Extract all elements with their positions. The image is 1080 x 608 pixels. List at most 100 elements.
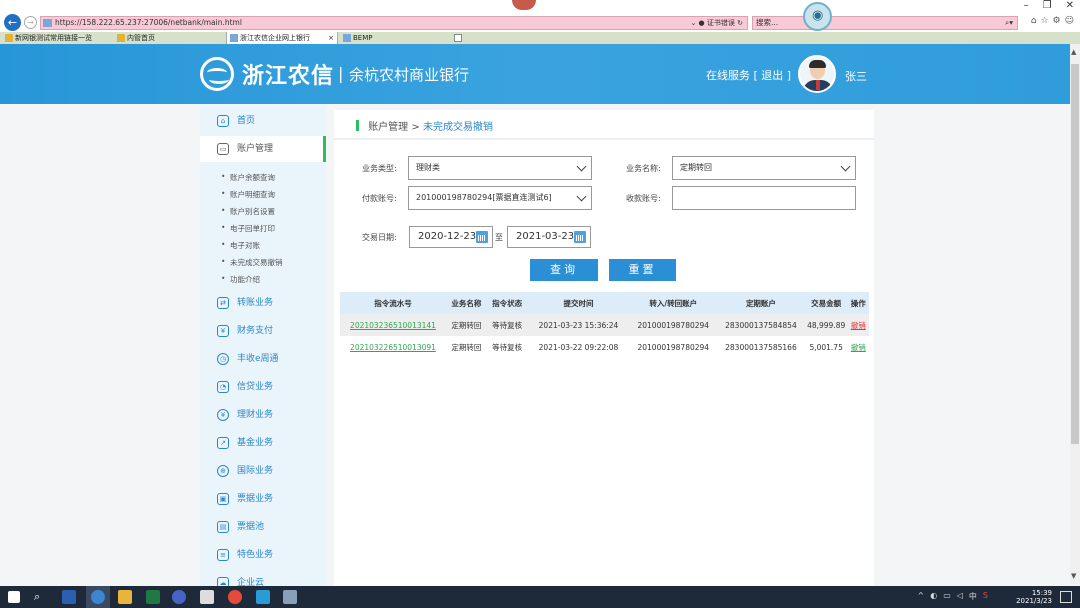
table-row[interactable]: 20210323651001314​1 定期转回 等待复核 2021-03-23… xyxy=(340,314,869,336)
scrollbar-thumb[interactable] xyxy=(1071,64,1079,444)
sidebar-item-bill[interactable]: ▣ 票据业务 xyxy=(200,486,326,512)
favorites-star-icon[interactable]: ☆ xyxy=(1040,16,1048,26)
pay-account-label: 付款账号: xyxy=(362,194,397,203)
tab-close-icon[interactable]: × xyxy=(328,32,334,44)
biz-type-select[interactable]: 理财类 xyxy=(408,156,592,180)
table-row[interactable]: 202103226510013091 定期转回 等待复核 2021-03-22 … xyxy=(340,336,869,358)
online-service-link[interactable]: 在线服务 xyxy=(706,69,750,82)
tab-bemp[interactable]: BEMP xyxy=(340,32,450,44)
submenu-receipt-print[interactable]: 电子回单打印 xyxy=(221,223,275,234)
sidebar-item-special[interactable]: ≡ 特色业务 xyxy=(200,542,326,568)
tab-links[interactable]: 新网银测试常用链接一览 xyxy=(2,32,112,44)
calendar-icon[interactable] xyxy=(476,231,488,243)
page-scrollbar[interactable]: ▲ ▼ xyxy=(1070,44,1080,584)
calendar-icon[interactable] xyxy=(574,231,586,243)
pool-icon: ▤ xyxy=(217,521,229,533)
search-input[interactable]: 搜索... ⌕▾ xyxy=(752,16,1018,30)
sidebar-item-loan[interactable]: ◔ 信贷业务 xyxy=(200,374,326,400)
eye-extension-icon[interactable] xyxy=(803,2,832,31)
home-icon[interactable]: ⌂ xyxy=(1031,16,1037,26)
date-from-input[interactable]: 2020-12-23 xyxy=(409,226,493,248)
cell: 定期转回 xyxy=(446,314,487,336)
logout-link[interactable]: [ 退出 ] xyxy=(754,69,792,82)
pay-account-select[interactable]: 201000198780294[票据直连测试6] xyxy=(408,186,592,210)
sidebar-item-cloud[interactable]: ☁ 企业云 xyxy=(200,570,326,586)
new-tab-button[interactable] xyxy=(452,32,464,44)
windows-start-icon[interactable] xyxy=(8,591,20,603)
address-bar[interactable]: https://158.222.65.237:27006/netbank/mai… xyxy=(40,16,748,30)
serial-link[interactable]: 20210323651001314​1 xyxy=(340,314,446,336)
breadcrumb: 账户管理 > 未完成交易撤销 xyxy=(356,118,493,133)
sidebar-item-payment[interactable]: ¥ 财务支付 xyxy=(200,318,326,344)
submenu-balance-query[interactable]: 账户余额查询 xyxy=(221,172,275,183)
notification-icon[interactable] xyxy=(1060,591,1072,603)
sidebar-item-label: 丰收e周通 xyxy=(237,354,279,364)
date-to-input[interactable]: 2021-03-23 xyxy=(507,226,591,248)
cell: 2021-03-22 09:22:08 xyxy=(538,342,619,352)
input-method-icon[interactable]: 中 xyxy=(969,591,977,602)
calculator-icon[interactable] xyxy=(200,590,214,604)
col-header: 操作 xyxy=(847,292,869,314)
tab-label: 浙江农信企业网上银行 xyxy=(240,34,310,42)
sidebar-item-account-management[interactable]: ▭ 账户管理 xyxy=(200,136,326,162)
search-icon[interactable]: ⌕▾ xyxy=(1005,17,1013,29)
sidebar-item-transfer[interactable]: ⇄ 转账业务 xyxy=(200,290,326,316)
avatar[interactable] xyxy=(798,55,836,93)
close-icon[interactable]: ✕ xyxy=(1066,0,1074,11)
antivirus-icon[interactable]: S xyxy=(983,591,988,602)
scroll-up-icon[interactable]: ▲ xyxy=(1071,48,1076,56)
pay-account-value: 201000198780294[票据直连测试6] xyxy=(416,193,552,202)
biz-name-select[interactable]: 定期转回 xyxy=(672,156,856,180)
sidebar-item-fund[interactable]: ↗ 基金业务 xyxy=(200,430,326,456)
bill-icon: ▣ xyxy=(217,493,229,505)
network-icon[interactable]: ◐ xyxy=(930,591,937,602)
tab-netbank[interactable]: 浙江农信企业网上银行 × xyxy=(226,32,338,44)
sidebar-item-home[interactable]: ⌂ 首页 xyxy=(200,108,326,134)
globe-icon: ⊕ xyxy=(217,465,229,477)
app-icon-grey[interactable] xyxy=(283,590,297,604)
reset-button[interactable]: 重置 xyxy=(609,259,676,281)
chrome-browser-icon[interactable] xyxy=(228,590,242,604)
tab-favicon-icon xyxy=(343,34,351,42)
breadcrumb-parent[interactable]: 账户管理 xyxy=(368,122,408,133)
display-icon[interactable]: ▭ xyxy=(943,591,951,602)
submenu-alias-setting[interactable]: 账户别名设置 xyxy=(221,206,275,217)
cert-error-indicator[interactable]: ⌄ ● 证书错误 ↻ xyxy=(690,17,743,29)
settings-gear-icon[interactable]: ⚙ xyxy=(1053,16,1061,26)
forward-arrow-icon[interactable]: → xyxy=(24,16,37,29)
sidebar-item-international[interactable]: ⊕ 国际业务 xyxy=(200,458,326,484)
sidebar-item-label: 票据池 xyxy=(237,522,265,532)
query-button[interactable]: 查询 xyxy=(530,259,598,281)
ie-browser-icon[interactable] xyxy=(91,590,105,604)
tab-admin-home[interactable]: 内管首页 xyxy=(114,32,224,44)
minimize-icon[interactable]: – xyxy=(1024,0,1029,11)
app-icon-teal[interactable] xyxy=(256,590,270,604)
serial-link[interactable]: 202103226510013091 xyxy=(340,336,446,358)
revoke-link[interactable]: 撤销 xyxy=(847,314,869,336)
chevron-down-icon xyxy=(576,161,587,172)
smiley-icon[interactable]: ☺ xyxy=(1065,16,1074,26)
scroll-down-icon[interactable]: ▼ xyxy=(1071,572,1076,580)
search-icon[interactable]: ⌕ xyxy=(34,590,48,604)
excel-app-icon[interactable] xyxy=(146,590,160,604)
app-icon-blue[interactable] xyxy=(172,590,186,604)
recv-account-input[interactable] xyxy=(672,186,856,210)
sidebar-item-wealth[interactable]: ¥ 理财业务 xyxy=(200,402,326,428)
submenu-detail-query[interactable]: 账户明细查询 xyxy=(221,189,275,200)
home-icon: ⌂ xyxy=(217,115,229,127)
file-explorer-icon[interactable] xyxy=(118,590,132,604)
sidebar-item-label: 特色业务 xyxy=(237,550,274,560)
sidebar-item-harvest[interactable]: ◷ 丰收e周通 xyxy=(200,346,326,372)
submenu-cancel-pending[interactable]: 未完成交易撤销 xyxy=(221,257,282,268)
revoke-link[interactable]: 撤销 xyxy=(848,336,869,358)
word-app-icon[interactable] xyxy=(62,590,76,604)
clock[interactable]: 15:39 2021/3/23 xyxy=(1016,589,1052,605)
submenu-reconciliation[interactable]: 电子对账 xyxy=(221,240,260,251)
col-header: 定期账户 xyxy=(717,292,805,314)
chevron-up-icon[interactable]: ^ xyxy=(918,591,925,602)
submenu-intro[interactable]: 功能介绍 xyxy=(221,274,260,285)
sidebar-item-bill-pool[interactable]: ▤ 票据池 xyxy=(200,514,326,540)
back-arrow-icon[interactable]: ← xyxy=(4,14,21,31)
volume-icon[interactable]: ◁ xyxy=(957,591,963,602)
restore-icon[interactable]: ❐ xyxy=(1043,0,1052,11)
